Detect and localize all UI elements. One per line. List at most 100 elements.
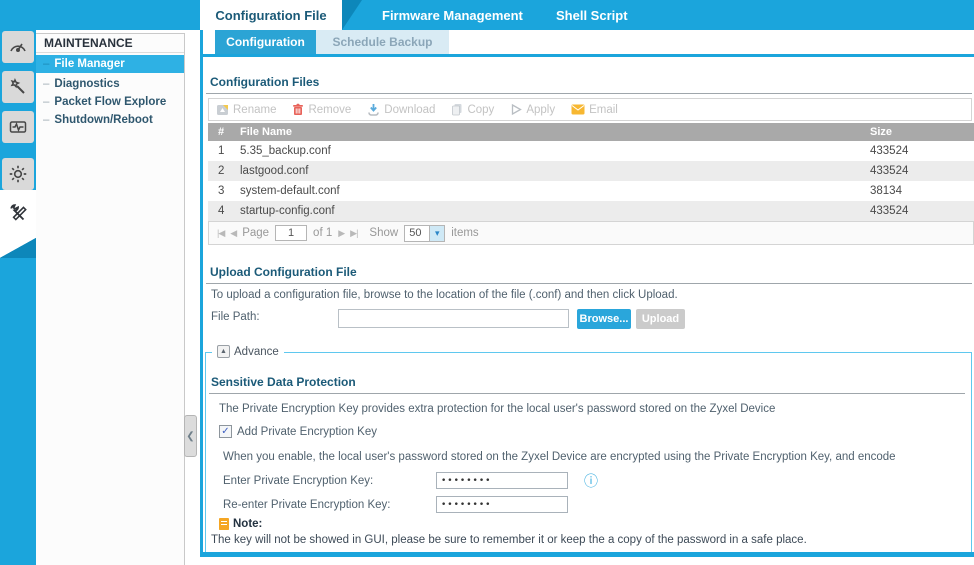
upload-button[interactable]: Upload [636,309,685,329]
cell-file-name: lastgood.conf [232,165,862,177]
encryption-key-description: The Private Encryption Key provides extr… [219,403,775,415]
configuration-files-title: Configuration Files [206,75,972,94]
monitor-pulse-icon[interactable] [2,111,34,143]
menu-item-shutdown-reboot[interactable]: – Shutdown/Reboot [36,111,184,129]
table-row[interactable]: 3 system-default.conf 38134 [208,181,974,201]
tab-label: Firmware Management [382,8,523,23]
dash-bullet: – [43,78,49,90]
email-button[interactable]: Email [571,104,618,116]
add-private-key-checkbox[interactable]: ✓ [219,425,232,438]
subtab-label: Configuration [226,35,305,49]
advance-fieldset: ▲ Advance Sensitive Data Protection The … [205,352,972,552]
advance-toggle[interactable]: ▲ Advance [212,345,284,358]
add-private-key-row: ✓ Add Private Encryption Key [219,425,377,438]
table-row[interactable]: 1 5.35_backup.conf 433524 [208,141,974,161]
tab-firmware-management[interactable]: Firmware Management [382,0,523,30]
reenter-key-label: Re-enter Private Encryption Key: [223,499,390,511]
apply-label: Apply [526,104,555,116]
maintenance-tools-icon[interactable] [0,190,36,238]
table-header-row: # File Name Size [208,123,974,141]
trash-icon [292,103,304,116]
file-toolbar: Rename Remove Download [208,98,972,121]
top-tab-bar: Configuration File Firmware Management S… [0,0,974,30]
subtab-configuration[interactable]: Configuration [215,30,316,54]
dashboard-gauge-icon[interactable] [2,31,34,63]
items-per-page-select[interactable]: 50 ▾ [404,225,445,242]
tab-configuration-file[interactable]: Configuration File [200,0,342,30]
apply-button[interactable]: Apply [510,103,555,116]
file-path-input[interactable] [338,309,569,328]
dash-bullet: – [43,96,49,108]
next-page-icon[interactable]: ▶ [338,228,344,239]
copy-label: Copy [467,104,494,116]
menu-item-label: File Manager [54,58,124,70]
last-page-icon[interactable]: ▶| [350,228,357,239]
enter-key-input[interactable] [436,472,568,489]
note-document-icon [219,518,229,530]
sensitive-data-protection-title: Sensitive Data Protection [209,375,965,394]
browse-button[interactable]: Browse... [577,309,631,329]
download-icon [367,103,380,116]
rename-label: Rename [233,104,276,116]
table-row[interactable]: 4 startup-config.conf 433524 [208,201,974,221]
note-heading: Note: [219,518,262,530]
first-page-icon[interactable]: |◀ [217,228,224,239]
sidebar-menu: MAINTENANCE – File Manager – Diagnostics… [36,33,185,565]
menu-item-diagnostics[interactable]: – Diagnostics [36,75,184,93]
remove-label: Remove [308,104,351,116]
remove-button[interactable]: Remove [292,103,351,116]
download-button[interactable]: Download [367,103,435,116]
col-number: # [208,126,232,138]
rename-button[interactable]: Rename [216,103,276,116]
table-row[interactable]: 2 lastgood.conf 433524 [208,161,974,181]
email-icon [571,104,585,115]
wizard-wand-icon[interactable] [2,71,34,103]
info-icon[interactable]: ⓘ [584,471,598,491]
reenter-key-input[interactable] [436,496,568,513]
configuration-files-table: # File Name Size 1 5.35_backup.conf 4335… [208,123,974,221]
dash-bullet: – [43,114,49,126]
cell-number: 4 [208,205,232,217]
rename-icon [216,103,229,116]
cell-file-name: system-default.conf [232,185,862,197]
download-label: Download [384,104,435,116]
active-icon-fold [0,238,36,258]
subtab-schedule-backup[interactable]: Schedule Backup [316,30,449,54]
subtab-label: Schedule Backup [332,35,432,49]
menu-item-label: Packet Flow Explore [54,96,166,108]
apply-play-icon [510,103,522,116]
tab-label: Shell Script [556,8,628,23]
content-area: Configuration Schedule Backup Configurat… [200,30,974,557]
page-input[interactable] [275,225,307,241]
cell-file-name: 5.35_backup.conf [232,145,862,157]
menu-item-label: Diagnostics [54,78,119,90]
enable-note-text: When you enable, the local user's passwo… [223,451,971,463]
menu-item-file-manager[interactable]: – File Manager [36,55,184,73]
menu-item-packet-flow-explore[interactable]: – Packet Flow Explore [36,93,184,111]
add-private-key-label: Add Private Encryption Key [237,426,377,438]
tab-shell-script[interactable]: Shell Script [556,0,628,30]
prev-page-icon[interactable]: ◀ [230,228,236,239]
pagination-bar: |◀ ◀ Page of 1 ▶ ▶| Show 50 ▾ items [208,221,974,245]
enter-key-label: Enter Private Encryption Key: [223,475,373,487]
copy-button[interactable]: Copy [451,103,494,116]
of-label: of 1 [313,227,332,239]
cell-size: 433524 [862,145,974,157]
upload-description: To upload a configuration file, browse t… [211,289,678,301]
cell-file-name: startup-config.conf [232,205,862,217]
show-label: Show [369,227,398,239]
cell-number: 2 [208,165,232,177]
nav-icon-bar [0,0,36,565]
cell-number: 3 [208,185,232,197]
cell-number: 1 [208,145,232,157]
upload-section-title: Upload Configuration File [206,265,972,284]
chevron-left-icon: ❮ [186,431,194,442]
tab-label: Configuration File [215,8,326,23]
panel-collapse-handle[interactable]: ❮ [184,415,197,457]
show-value: 50 [405,227,429,239]
items-label: items [451,227,478,239]
note-text: The key will not be showed in GUI, pleas… [211,534,966,546]
settings-gear-icon[interactable] [2,158,34,190]
sub-tab-bar: Configuration Schedule Backup [203,30,974,57]
email-label: Email [589,104,618,116]
